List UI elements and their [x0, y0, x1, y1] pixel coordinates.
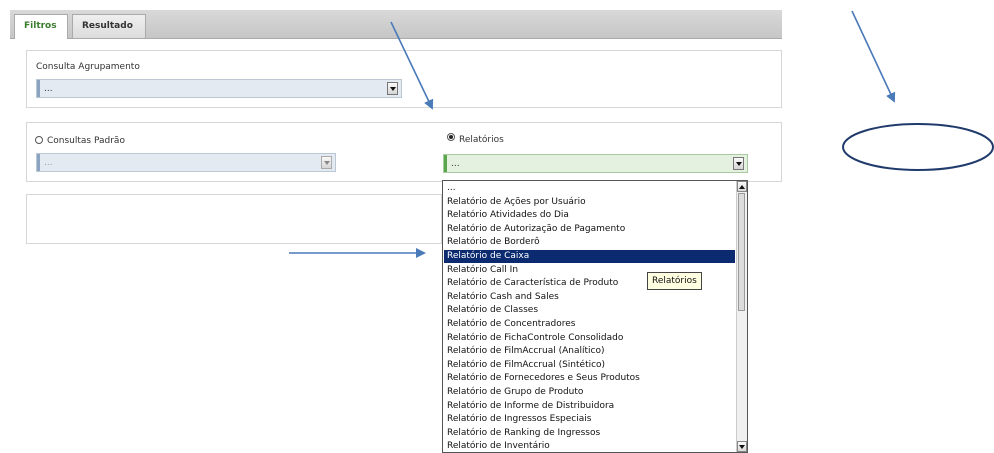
- scroll-down-icon[interactable]: [737, 441, 747, 452]
- tooltip: Relatórios: [647, 272, 702, 290]
- dropdown-option[interactable]: Relatório de FilmAccrual (Sintético): [446, 359, 735, 372]
- dropdown-option[interactable]: Relatório de Ranking de Ingressos: [446, 427, 735, 440]
- standard-queries-label: Consultas Padrão: [47, 136, 125, 146]
- scroll-thumb[interactable]: [738, 193, 745, 311]
- dropdown-option[interactable]: ...: [446, 182, 735, 195]
- reports-radio[interactable]: [447, 133, 455, 141]
- dropdown-option[interactable]: Relatório de FichaControle Consolidado: [446, 332, 735, 345]
- select-accent: [37, 154, 40, 171]
- scroll-up-icon[interactable]: [737, 181, 747, 192]
- dropdown-option[interactable]: Relatório de Classes: [446, 304, 735, 317]
- dropdown-scrollbar[interactable]: [736, 181, 747, 452]
- annotation-oval: [842, 123, 994, 171]
- dropdown-option[interactable]: Relatório de FilmAccrual (Analítico): [446, 345, 735, 358]
- dropdown-option[interactable]: Relatório de Inventário: [446, 440, 735, 452]
- dropdown-option[interactable]: Relatório de Borderô: [446, 236, 735, 249]
- chevron-down-icon[interactable]: [387, 82, 398, 95]
- chevron-down-icon[interactable]: [733, 157, 744, 170]
- annotation-arrow: [851, 10, 896, 103]
- select-accent: [37, 80, 40, 97]
- dropdown-option[interactable]: Relatório de Informe de Distribuidora: [446, 400, 735, 413]
- results-area-panel: [26, 194, 442, 244]
- dropdown-option[interactable]: Relatório de Grupo de Produto: [446, 386, 735, 399]
- grouping-select-value: ...: [44, 84, 53, 94]
- dropdown-option[interactable]: Relatório de Concentradores: [446, 318, 735, 331]
- dropdown-option[interactable]: Relatório de Fornecedores e Seus Produto…: [446, 372, 735, 385]
- reports-label: Relatórios: [459, 135, 504, 145]
- dropdown-option[interactable]: Relatório de Ingressos Especiais: [446, 413, 735, 426]
- grouping-label: Consulta Agrupamento: [36, 62, 140, 72]
- reports-dropdown-list[interactable]: ... Relatório de Ações por Usuário Relatór…: [442, 180, 748, 453]
- tab-filtros[interactable]: Filtros: [14, 14, 68, 39]
- dropdown-option[interactable]: Relatório de Caixa: [444, 250, 735, 263]
- tab-resultado[interactable]: Resultado: [72, 14, 146, 38]
- reports-select[interactable]: ...: [443, 154, 748, 173]
- standard-queries-radio[interactable]: [35, 136, 43, 144]
- select-accent: [444, 155, 447, 172]
- grouping-select[interactable]: ...: [36, 79, 402, 98]
- reports-select-value: ...: [451, 159, 460, 169]
- dropdown-option[interactable]: Relatório Cash and Sales: [446, 291, 735, 304]
- chevron-down-icon[interactable]: [321, 156, 332, 169]
- standard-queries-select-value: ...: [44, 158, 53, 168]
- standard-queries-select[interactable]: ...: [36, 153, 336, 172]
- dropdown-option[interactable]: Relatório de Autorização de Pagamento: [446, 223, 735, 236]
- grouping-panel: Consulta Agrupamento ...: [26, 50, 782, 108]
- dropdown-option[interactable]: Relatório de Ações por Usuário: [446, 196, 735, 209]
- dropdown-option[interactable]: Relatório Atividades do Dia: [446, 209, 735, 222]
- queries-panel: Consultas Padrão ... Relatórios ...: [26, 122, 782, 182]
